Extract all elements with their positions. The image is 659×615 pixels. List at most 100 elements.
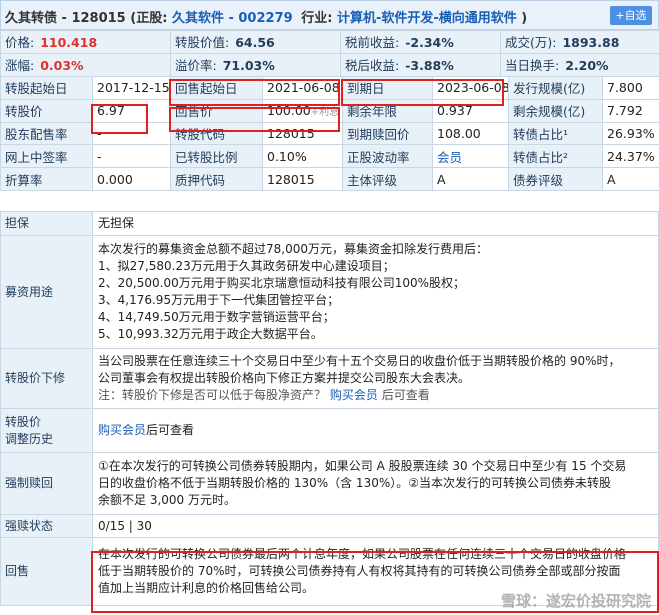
reset-value: 当公司股票在任意连续三十个交易日中至少有十五个交易日的收盘价低于当期转股价格的 … <box>92 348 659 409</box>
put-label: 回售 <box>0 537 93 606</box>
info-label-text: 发行规模(亿) <box>513 81 586 97</box>
quote-cell: 税后收益: -3.88% <box>340 52 501 77</box>
stock-link[interactable]: 久其软件 - 002279 <box>172 11 293 26</box>
quote-cell: 涨幅: 0.03% <box>0 52 171 77</box>
history-membership-link[interactable]: 购买会员 <box>98 423 146 437</box>
quote-cell: 溢价率: 71.03% <box>170 52 341 77</box>
info-label-text: 折算率 <box>5 172 43 188</box>
info-label-text: 转债占比¹ <box>513 126 569 142</box>
info-value: 0.000 <box>92 167 171 191</box>
quote-value: 64.56 <box>235 35 275 51</box>
info-table: 转股起始日 2017-12-15 回售起始日 2021-06-08 到期日 2023-06… <box>0 76 659 191</box>
guarantee-label: 担保 <box>0 211 93 236</box>
info-row: 网上中签率 - 已转股比例 0.10% 正股波动率 会员 转债占比² 24.37% <box>0 144 659 169</box>
history-label-line: 转股价 <box>5 414 42 429</box>
info-label: 正股波动率 <box>342 144 433 169</box>
quote-row: 涨幅: 0.03% 溢价率: 71.03% 税后收益: -3.88% 当日换手: 2.20% <box>0 52 659 77</box>
quote-value: 71.03% <box>222 58 275 74</box>
quote-table: 价格: 110.418 转股价值: 64.56 税前收益: -2.34% 成交(万): 189… <box>0 30 659 77</box>
info-label: 转股价 <box>0 98 93 123</box>
put-line: 在本次发行的可转换公司债券最后两个计息年度，如果公司股票在任何连续三十个交易日的… <box>98 547 627 561</box>
guarantee-value: 无担保 <box>92 211 659 236</box>
info-label-text: 剩余规模(亿) <box>513 104 586 120</box>
reset-note: 注：转股价下修是否可以低于每股净资产？ 购买会员 后可查看 <box>98 387 653 404</box>
info-value: 2021-06-08 <box>262 76 343 100</box>
info-label: 已转股比例 <box>170 144 263 169</box>
info-value: 24.37% <box>602 144 659 169</box>
info-label-text: 主体评级 <box>347 172 398 188</box>
info-row: 转股价 6.97 回售价 100.00+利息 剩余年限 0.937 剩余规模(亿) 7.792 <box>0 98 659 123</box>
info-label-text: 质押代码 <box>175 172 226 188</box>
redeem-line: 余额不足 3,000 万元时。 <box>98 493 236 507</box>
info-value-text: A <box>437 171 446 187</box>
funds-line: 4、14,749.50万元用于数字营销运营平台； <box>98 310 335 324</box>
info-value-text: 100.00 <box>267 103 311 119</box>
quote-label: 溢价率: <box>175 58 217 74</box>
info-label: 质押代码 <box>170 167 263 191</box>
info-value: 2017-12-15 <box>92 76 171 100</box>
history-label: 转股价 调整历史 <box>0 408 93 453</box>
reset-note-suffix: 后可查看 <box>381 388 430 402</box>
info-value-text: 128015 <box>267 171 315 187</box>
redeem-value: ①在本次发行的可转换公司债券转股期内，如果公司 A 股股票连续 30 个交易日中… <box>92 452 659 515</box>
info-value: A <box>602 167 659 191</box>
history-suffix: 后可查看 <box>146 423 195 437</box>
info-value-text: A <box>607 171 616 187</box>
info-label: 剩余年限 <box>342 98 433 123</box>
info-label: 转股起始日 <box>0 76 93 100</box>
info-value: 0.937 <box>432 98 509 123</box>
quote-label: 价格: <box>5 35 35 51</box>
info-value: 128015 <box>262 121 343 146</box>
quote-label: 税前收益: <box>345 35 400 51</box>
buy-membership-link[interactable]: 购买会员 <box>330 388 378 402</box>
funds-line: 本次发行的募集资金总额不超过78,000万元，募集资金扣除发行费用后： <box>98 242 488 256</box>
quote-label: 涨幅: <box>5 58 35 74</box>
description-table: 担保 无担保 募资用途 本次发行的募集资金总额不超过78,000万元，募集资金扣… <box>0 211 659 606</box>
reset-label: 转股价下修 <box>0 348 93 409</box>
redeem-status-label: 强赎状态 <box>0 514 93 538</box>
add-watchlist-button[interactable]: +自选 <box>610 6 652 25</box>
info-label-text: 已转股比例 <box>175 149 238 165</box>
quote-cell: 成交(万): 1893.88 <box>500 30 659 54</box>
quote-value: 110.418 <box>40 35 98 51</box>
quote-cell: 价格: 110.418 <box>0 30 171 54</box>
info-label: 到期日 <box>342 76 433 100</box>
info-value-text: 26.93% <box>607 125 655 141</box>
info-label: 网上中签率 <box>0 144 93 169</box>
info-value-text: 0.937 <box>437 103 473 119</box>
quote-label: 税后收益: <box>345 58 400 74</box>
quote-label: 转股价值: <box>175 35 230 51</box>
info-label: 剩余规模(亿) <box>508 98 603 123</box>
info-label: 债券评级 <box>508 167 603 191</box>
bond-name: 久其转债 - 128015 <box>5 11 126 26</box>
info-value: 0.10% <box>262 144 343 169</box>
quote-cell: 转股价值: 64.56 <box>170 30 341 54</box>
info-value: - <box>92 121 171 146</box>
info-label-text: 转股价 <box>5 104 43 120</box>
industry-link[interactable]: 计算机-软件开发-横向通用软件 <box>337 11 517 26</box>
info-label: 转股代码 <box>170 121 263 146</box>
info-value: 6.97 <box>92 98 171 123</box>
info-label-text: 转股起始日 <box>5 81 68 97</box>
info-value-text: - <box>97 148 102 164</box>
history-label-line: 调整历史 <box>5 431 54 446</box>
info-label-text: 转债占比² <box>513 149 569 165</box>
info-label: 主体评级 <box>342 167 433 191</box>
info-value-text: 2021-06-08 <box>267 80 340 96</box>
info-label: 到期赎回价 <box>342 121 433 146</box>
funds-line: 5、10,993.32万元用于政企大数据平台。 <box>98 327 323 341</box>
info-label: 转债占比² <box>508 144 603 169</box>
info-value: 会员 <box>432 144 509 169</box>
quote-value: -3.88% <box>405 58 454 74</box>
funds-line: 2、20,500.00万元用于购买北京瑞意恒动科技有限公司100%股权； <box>98 276 466 290</box>
info-value-text: 6.97 <box>97 103 125 119</box>
bond-title: 久其转债 - 128015 (正股: 久其软件 - 002279 行业: 计算机… <box>5 7 527 26</box>
quote-cell: 当日换手: 2.20% <box>500 52 659 77</box>
redeem-status-value: 0/15 | 30 <box>92 514 659 538</box>
info-value-text[interactable]: 会员 <box>437 150 462 165</box>
info-label-text: 转股代码 <box>175 126 226 142</box>
info-label-text: 到期赎回价 <box>347 126 410 142</box>
funds-value: 本次发行的募集资金总额不超过78,000万元，募集资金扣除发行费用后： 1、拟2… <box>92 235 659 349</box>
info-value: 128015 <box>262 167 343 191</box>
watermark: 雪球：遂宏价投研究院 <box>500 592 651 610</box>
